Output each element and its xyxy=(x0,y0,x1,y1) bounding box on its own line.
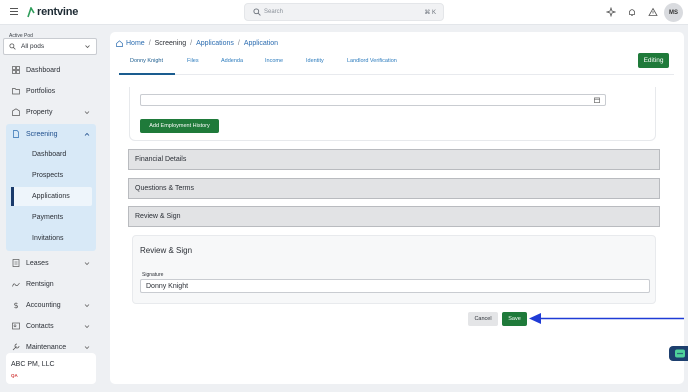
review-sign-card: Review & Sign Signature Donny Knight xyxy=(132,235,656,304)
active-pod-value: All pods xyxy=(21,43,45,50)
user-avatar[interactable]: MS xyxy=(664,3,683,22)
sidebar-item-screening[interactable]: Screening xyxy=(12,128,58,140)
search-placeholder: Search xyxy=(264,9,284,15)
signature-input[interactable]: Donny Knight xyxy=(140,279,650,293)
sidebar-sub-active-indicator xyxy=(11,187,14,206)
sidebar-subitem-prospects[interactable]: Prospects xyxy=(32,172,63,179)
sidebar-item-dashboard[interactable]: Dashboard xyxy=(12,64,60,76)
sidebar-item-leases[interactable]: Leases xyxy=(12,257,49,269)
tab-files[interactable]: Files xyxy=(187,58,199,64)
brand-logo[interactable]: rentvine xyxy=(27,6,78,18)
sidebar-item-label: Portfolios xyxy=(26,87,56,95)
dollar-icon: $ xyxy=(14,301,19,309)
add-employment-history-button[interactable]: Add Employment History xyxy=(140,119,219,133)
organization-card[interactable]: ABC PM, LLC QA xyxy=(6,353,96,384)
section-questions-terms[interactable]: Questions & Terms xyxy=(128,178,660,199)
sidebar-item-accounting[interactable]: $ Accounting xyxy=(12,299,61,311)
save-button[interactable]: Save xyxy=(502,312,527,326)
signature-label: Signature xyxy=(142,272,164,278)
section-review-sign[interactable]: Review & Sign xyxy=(128,206,660,227)
sidebar-item-portfolios[interactable]: Portfolios xyxy=(12,85,55,97)
dashboard-icon xyxy=(12,66,20,74)
global-search[interactable]: Search ⌘ K xyxy=(244,3,444,21)
chat-widget-button[interactable] xyxy=(669,346,688,361)
tab-income[interactable]: Income xyxy=(265,58,283,64)
chevron-down-icon[interactable] xyxy=(84,324,90,329)
svg-text:$: $ xyxy=(14,301,19,309)
sidebar-item-label: Property xyxy=(26,108,53,116)
sidebar-subitem-dashboard[interactable]: Dashboard xyxy=(32,151,66,158)
calendar-icon[interactable] xyxy=(594,97,600,103)
sidebar-item-label: Dashboard xyxy=(26,66,61,74)
top-bar: rentvine Search ⌘ K MS xyxy=(0,0,688,25)
breadcrumb-current: Application xyxy=(243,40,279,47)
sidebar-item-label: Maintenance xyxy=(26,343,67,351)
rentvine-logo-icon xyxy=(27,6,35,17)
chevron-down-icon[interactable] xyxy=(84,303,90,308)
search-icon xyxy=(9,43,16,50)
breadcrumb-separator: / xyxy=(148,40,151,47)
building-icon xyxy=(12,108,20,116)
sidebar-item-label: Leases xyxy=(26,259,49,267)
breadcrumb-home[interactable]: Home xyxy=(126,40,145,47)
active-tab-indicator xyxy=(119,73,175,75)
employment-history-card: Add Employment History xyxy=(129,87,656,141)
section-financial-details[interactable]: Financial Details xyxy=(128,149,660,170)
sidebar-item-label: Contacts xyxy=(26,322,54,330)
breadcrumb-screening[interactable]: Screening xyxy=(155,40,187,47)
sidebar-item-label: Screening xyxy=(26,130,58,138)
chevron-down-icon[interactable] xyxy=(84,345,90,350)
search-shortcut: ⌘ K xyxy=(424,10,436,16)
breadcrumb-separator: / xyxy=(237,40,240,47)
sidebar: Active Pod All pods Dashboard Portfolios… xyxy=(0,26,104,392)
sidebar-subitem-applications[interactable]: Applications xyxy=(32,193,70,200)
active-pod-select[interactable]: All pods xyxy=(3,38,97,55)
sidebar-item-maintenance[interactable]: Maintenance xyxy=(12,341,66,353)
organization-name: ABC PM, LLC xyxy=(11,361,55,368)
brand-name: rentvine xyxy=(37,6,79,18)
review-sign-title: Review & Sign xyxy=(140,246,193,255)
tab-landlord-verification[interactable]: Landlord Verification xyxy=(347,58,397,64)
chat-icon xyxy=(675,349,685,358)
sidebar-item-property[interactable]: Property xyxy=(12,106,52,118)
breadcrumb: Home / Screening / Applications / Applic… xyxy=(116,40,278,47)
sidebar-subitem-invitations[interactable]: Invitations xyxy=(32,235,64,242)
sidebar-item-rentsign[interactable]: Rentsign xyxy=(12,278,54,290)
main-panel: Home / Screening / Applications / Applic… xyxy=(110,32,684,384)
menu-icon[interactable] xyxy=(10,8,18,15)
signature-icon xyxy=(12,282,20,287)
environment-tag: QA xyxy=(11,373,18,378)
folder-icon xyxy=(12,88,20,95)
tab-applicant[interactable]: Donny Knight xyxy=(130,58,163,64)
document-icon xyxy=(13,130,19,138)
contact-card-icon xyxy=(12,322,20,330)
sidebar-item-label: Accounting xyxy=(26,301,61,309)
bell-icon[interactable] xyxy=(627,7,637,17)
sparkle-icon[interactable] xyxy=(606,7,616,17)
date-field[interactable] xyxy=(140,94,606,106)
breadcrumb-separator: / xyxy=(190,40,193,47)
tab-addenda[interactable]: Addenda xyxy=(221,58,243,64)
sidebar-subitem-payments[interactable]: Payments xyxy=(32,214,63,221)
editing-button[interactable]: Editing xyxy=(638,53,669,68)
alert-icon[interactable] xyxy=(648,7,658,17)
home-icon[interactable] xyxy=(116,40,123,47)
chevron-up-icon[interactable] xyxy=(84,132,90,137)
sidebar-item-label: Rentsign xyxy=(26,280,54,288)
document-icon xyxy=(12,259,20,267)
search-icon xyxy=(253,8,261,16)
tab-identity[interactable]: Identity xyxy=(306,58,324,64)
chevron-down-icon xyxy=(85,45,90,49)
sidebar-item-contacts[interactable]: Contacts xyxy=(12,320,54,332)
chevron-down-icon[interactable] xyxy=(84,261,90,266)
chevron-down-icon[interactable] xyxy=(84,110,90,115)
cancel-button[interactable]: Cancel xyxy=(468,312,498,326)
annotation-arrow-icon xyxy=(529,313,684,324)
wrench-icon xyxy=(12,343,20,351)
breadcrumb-applications[interactable]: Applications xyxy=(196,40,234,47)
tabs-divider xyxy=(119,74,674,75)
